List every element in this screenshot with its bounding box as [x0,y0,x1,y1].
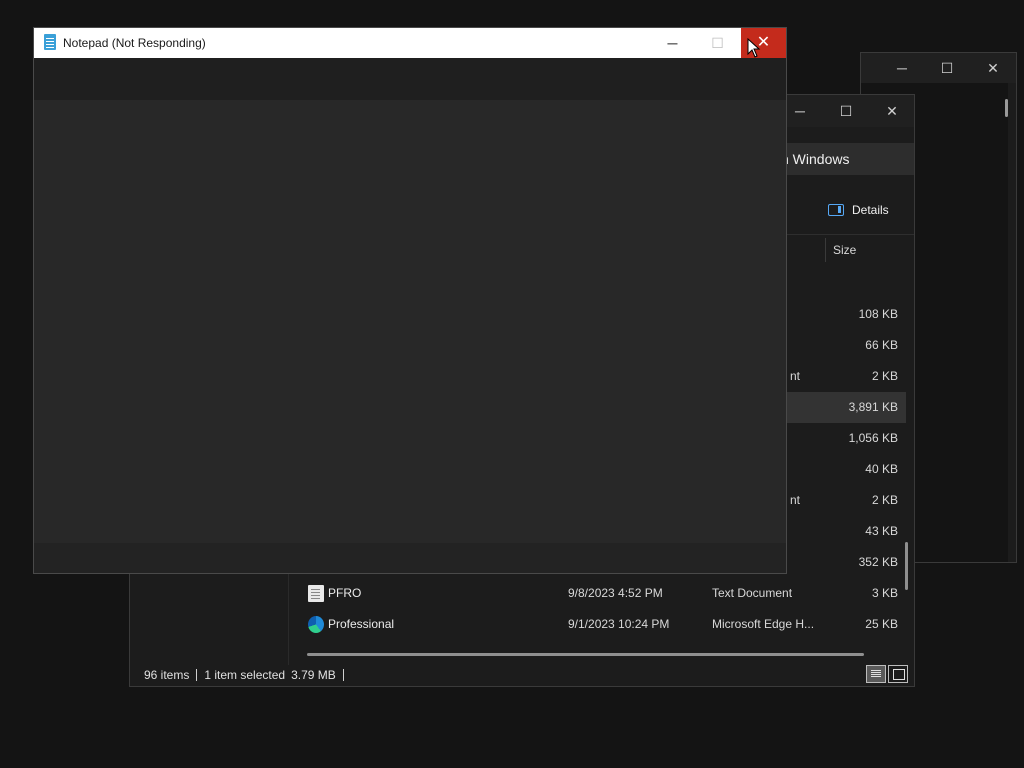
file-name: PFRO [328,586,362,600]
explorer-maximize-button[interactable]: ☐ [826,99,866,123]
file-type: Text Document [712,586,793,600]
notepad-icon [44,34,56,50]
file-type: nt [790,369,801,383]
details-pane-icon [828,204,844,216]
mouse-cursor-icon [747,38,761,58]
notepad-menubar [34,58,786,100]
explorer-close-button[interactable]: ✕ [872,99,912,123]
file-size: 25 KB [865,617,898,631]
file-date: 9/8/2023 4:52 PM [568,586,663,600]
notepad-status-bar [34,543,786,573]
window-title: Notepad (Not Responding) [63,36,206,50]
navigation-pane-divider [288,565,289,665]
horizontal-scrollbar[interactable] [307,653,864,656]
selection-count: 1 item selected [204,668,286,682]
size-column-header[interactable]: Size [833,243,856,257]
file-name: Professional [328,617,395,631]
notepad-window: Notepad (Not Responding) ─ ☐ ✕ [33,27,787,574]
text-file-icon [308,585,324,602]
file-size: 108 KB [858,307,898,321]
minimize-button[interactable]: ─ [650,28,695,58]
file-date: 9/1/2023 10:24 PM [568,617,670,631]
maximize-button[interactable]: ☐ [695,28,740,58]
file-size: 3 KB [871,586,898,600]
column-divider[interactable] [825,238,826,262]
background-maximize-button[interactable]: ☐ [932,58,962,78]
file-type: nt [790,493,801,507]
edge-icon [308,616,324,633]
status-divider [342,669,344,681]
details-pane-button[interactable]: Details [828,200,889,220]
file-row[interactable]: PFRO 9/8/2023 4:52 PM Text Document 3 KB [290,578,906,609]
vertical-scrollbar[interactable] [905,542,908,590]
status-bar: 96 items 1 item selected 3.79 MB [130,663,914,687]
file-size: 3,891 KB [848,400,898,414]
background-scrollbar[interactable] [1005,99,1008,117]
large-icons-view-button[interactable] [888,665,908,683]
view-switcher [866,665,908,683]
selection-size: 3.79 MB [291,668,336,682]
file-size: 40 KB [865,462,898,476]
item-count: 96 items [144,668,190,682]
file-size: 2 KB [871,369,898,383]
details-label: Details [852,203,889,217]
file-type: Microsoft Edge H... [712,617,815,631]
status-divider [196,669,198,681]
file-size: 352 KB [858,555,898,569]
file-size: 1,056 KB [848,431,898,445]
details-view-button[interactable] [866,665,886,683]
background-window-titlebar: ─ ☐ ✕ [861,53,1016,83]
file-size: 66 KB [865,338,898,352]
file-size: 2 KB [871,493,898,507]
background-minimize-button[interactable]: ─ [887,58,917,78]
notepad-titlebar[interactable]: Notepad (Not Responding) ─ ☐ ✕ [34,28,786,58]
text-editor-area[interactable] [34,100,786,543]
file-size: 43 KB [865,524,898,538]
background-close-button[interactable]: ✕ [978,58,1008,78]
file-row[interactable]: Professional 9/1/2023 10:24 PM Microsoft… [290,609,906,640]
